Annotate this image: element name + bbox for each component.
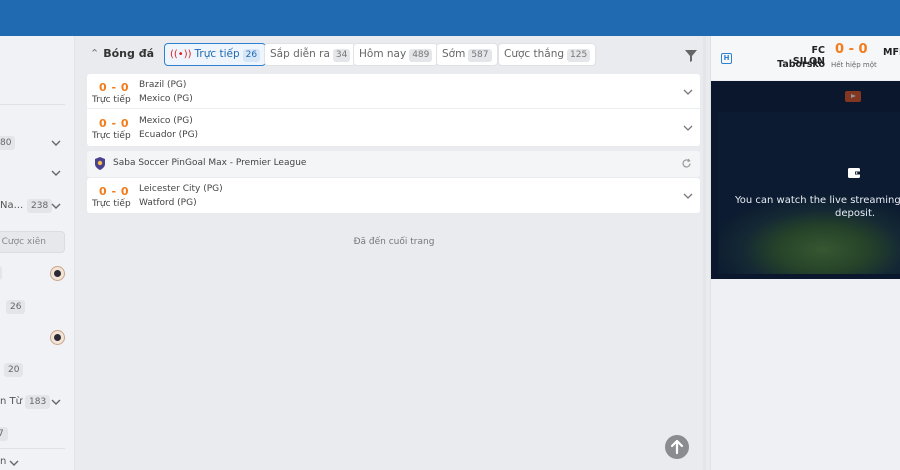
chevron-down-icon[interactable] xyxy=(50,396,62,408)
tab-count: 34 xyxy=(332,49,351,62)
live-score: 0 - 0 xyxy=(835,42,868,57)
sidebar-item-label: n xyxy=(0,456,7,467)
sport-title-label: Bóng đá xyxy=(103,47,154,60)
sidebar-count-badge: 238 xyxy=(27,199,53,213)
sidebar-item-label: Na... xyxy=(0,200,24,211)
scrollbar-track[interactable] xyxy=(703,36,706,470)
sport-filter-bar: ⌃ Bóng đá ((•)) Trực tiếp 26 Sắp diễn ra 34 … xyxy=(82,40,706,68)
sidebar-count-badge xyxy=(0,266,2,280)
away-team: Mexico (PG) xyxy=(139,94,193,104)
chevron-down-icon[interactable] xyxy=(682,122,694,134)
match-score: 0 - 0 xyxy=(99,81,130,94)
sidebar-divider xyxy=(0,104,65,105)
tab-count: 125 xyxy=(567,49,591,62)
match-row[interactable]: 0 - 0 Trực tiếp Leicester City (PG) Watf… xyxy=(87,178,700,213)
left-sidebar: 80 Na... 238 Cược xiên 26 20 n Từ 183 7 … xyxy=(0,36,75,470)
home-team: Leicester City (PG) xyxy=(139,184,223,194)
top-header-bar xyxy=(0,0,900,36)
tab-label: Trực tiếp xyxy=(194,48,240,60)
live-scoreboard: H FC SILON Taborsko 0 - 0 MFK Hết hiệp m… xyxy=(711,36,900,80)
tab-count: 489 xyxy=(409,49,433,62)
tab-label: Hôm nay xyxy=(359,48,407,60)
match-status: Trực tiếp xyxy=(92,95,131,105)
tab-today[interactable]: Hôm nay 489 xyxy=(353,43,439,66)
filter-funnel-icon[interactable] xyxy=(684,49,698,63)
live-stream-panel: H FC SILON Taborsko 0 - 0 MFK Hết hiệp m… xyxy=(710,36,900,470)
tab-count: 26 xyxy=(242,49,261,62)
chevron-down-icon[interactable] xyxy=(682,190,694,202)
tab-upcoming[interactable]: Sắp diễn ra 34 xyxy=(264,43,357,66)
video-message: You can watch the live streaming xyxy=(735,195,900,206)
video-player[interactable]: You can watch the live streaming deposit… xyxy=(711,81,900,279)
chevron-down-icon[interactable] xyxy=(50,167,62,179)
sidebar-count-badge: 26 xyxy=(6,300,26,314)
league-name: Saba Soccer PinGoal Max - Premier League xyxy=(113,158,307,168)
match-list-panel: ⌃ Bóng đá ((•)) Trực tiếp 26 Sắp diễn ra 34 … xyxy=(82,36,706,470)
match-score: 0 - 0 xyxy=(99,117,130,130)
match-row[interactable]: 0 - 0 Trực tiếp Brazil (PG) Mexico (PG) xyxy=(87,74,700,109)
video-lock-overlay xyxy=(711,81,900,279)
chevron-down-icon[interactable] xyxy=(682,86,694,98)
tab-outright[interactable]: Cược thắng 125 xyxy=(498,43,597,66)
sidebar-count-badge: 80 xyxy=(0,136,16,150)
home-team: Mexico (PG) xyxy=(139,116,193,126)
match-score: 0 - 0 xyxy=(99,185,130,198)
home-team-second-line: Taborsko xyxy=(777,59,825,70)
live-broadcast-icon: ((•)) xyxy=(170,49,192,60)
avatar-icon xyxy=(50,266,65,281)
sidebar-divider xyxy=(0,448,65,449)
away-team: MFK xyxy=(883,47,900,58)
away-team: Ecuador (PG) xyxy=(139,130,199,140)
sidebar-count-badge: 20 xyxy=(4,363,24,377)
league-header[interactable]: Saba Soccer PinGoal Max - Premier League xyxy=(87,151,700,177)
match-card-group: 0 - 0 Trực tiếp Brazil (PG) Mexico (PG) … xyxy=(87,74,700,146)
league-logo-icon xyxy=(94,157,106,170)
tab-live[interactable]: ((•)) Trực tiếp 26 xyxy=(164,43,267,66)
away-team: Watford (PG) xyxy=(139,198,197,208)
tab-label: Sớm xyxy=(442,48,466,60)
wallet-icon xyxy=(847,166,861,180)
match-card-group: 0 - 0 Trực tiếp Leicester City (PG) Watf… xyxy=(87,178,700,213)
end-of-page-text: Đã đến cuối trang xyxy=(353,237,435,247)
tab-label: Cược thắng xyxy=(504,48,565,60)
chevron-up-icon: ⌃ xyxy=(90,47,100,60)
home-team: Brazil (PG) xyxy=(139,80,187,90)
avatar-icon xyxy=(50,330,65,345)
tab-early[interactable]: Sớm 587 xyxy=(436,43,498,66)
chevron-down-icon[interactable] xyxy=(8,457,20,469)
sidebar-count-badge: 183 xyxy=(25,395,51,409)
scroll-to-top-button[interactable] xyxy=(665,435,689,459)
sport-title[interactable]: ⌃ Bóng đá xyxy=(90,47,154,60)
refresh-icon[interactable] xyxy=(681,158,692,169)
match-status: Trực tiếp xyxy=(92,131,131,141)
video-message-line2: deposit. xyxy=(835,208,876,219)
match-status: Trực tiếp xyxy=(92,199,131,209)
match-row[interactable]: 0 - 0 Trực tiếp Mexico (PG) Ecuador (PG) xyxy=(87,110,700,145)
chevron-down-icon[interactable] xyxy=(50,200,62,212)
half-indicator-badge: H xyxy=(721,53,732,64)
sidebar-item-label: n Từ xyxy=(0,396,22,407)
chevron-down-icon[interactable] xyxy=(50,137,62,149)
tab-label: Sắp diễn ra xyxy=(270,48,330,60)
match-period: Hết hiệp một xyxy=(831,61,877,69)
parlay-button[interactable]: Cược xiên xyxy=(0,231,65,253)
sidebar-count-badge: 7 xyxy=(0,427,8,441)
tab-count: 587 xyxy=(468,49,492,62)
